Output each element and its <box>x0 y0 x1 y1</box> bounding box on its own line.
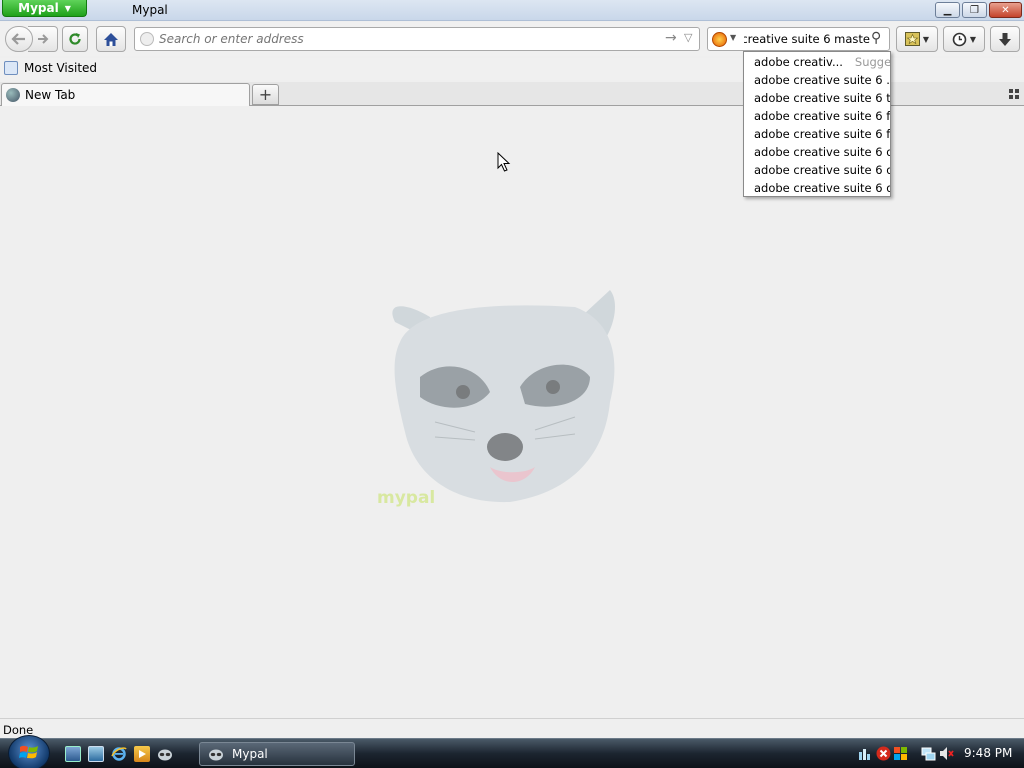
switch-windows-icon[interactable] <box>88 746 104 762</box>
search-suggestion-item[interactable]: adobe creative suite 6 f... <box>744 125 890 143</box>
windows-update-icon[interactable] <box>893 746 908 761</box>
download-arrow-icon <box>999 32 1011 46</box>
home-button[interactable] <box>96 26 126 52</box>
tab-new-tab[interactable]: New Tab <box>1 83 250 106</box>
search-suggestion-item[interactable]: adobe creative suite 6 tr... <box>744 89 890 107</box>
clock-history-icon <box>952 32 967 46</box>
chevron-down-icon: ▼ <box>969 34 977 44</box>
forward-arrow-icon <box>37 34 48 44</box>
page-content[interactable]: mypal <box>0 107 1024 718</box>
back-button[interactable] <box>5 26 33 52</box>
mypal-raccoon-icon <box>209 749 223 761</box>
tab-groups-icon[interactable] <box>1009 89 1019 99</box>
network-icon[interactable] <box>921 746 936 761</box>
search-suggestion-item[interactable]: adobe creative suite 6 ... <box>744 71 890 89</box>
bookmark-most-visited[interactable]: Most Visited <box>4 61 97 75</box>
media-player-icon[interactable] <box>134 746 150 762</box>
mouse-cursor-icon <box>497 152 511 172</box>
security-alert-icon[interactable] <box>876 746 891 761</box>
tray-app-icon[interactable] <box>858 746 873 761</box>
url-dropdown-icon[interactable]: ▽ <box>684 31 692 44</box>
history-button[interactable]: ▼ <box>943 26 985 52</box>
minimize-icon: ▁ <box>943 4 952 16</box>
chevron-down-icon[interactable]: ▼ <box>730 33 736 42</box>
magnifier-icon[interactable]: ⚲ <box>871 30 881 46</box>
status-bar: Done <box>0 718 1024 738</box>
star-bookmark-icon <box>904 32 920 46</box>
search-input[interactable]: e creative suite 6 maste <box>744 32 870 48</box>
search-suggestion-item[interactable]: adobe creative suite 6 d... <box>744 179 890 197</box>
chevron-down-icon: ▼ <box>64 3 71 13</box>
most-visited-label: Most Visited <box>24 61 98 75</box>
search-suggestion-item[interactable]: adobe creative suite 6 d... <box>744 143 890 161</box>
home-icon <box>104 32 118 46</box>
close-icon: ✕ <box>1001 4 1010 16</box>
globe-icon <box>6 88 20 102</box>
app-menu-label: Mypal <box>18 1 59 15</box>
downloads-button[interactable] <box>990 26 1020 52</box>
restore-button[interactable]: ❐ <box>962 2 987 18</box>
tab-label: New Tab <box>25 88 76 102</box>
back-arrow-icon <box>11 33 25 45</box>
bookmarks-button[interactable]: ▼ <box>896 26 938 52</box>
logo-wordmark: mypal <box>377 488 435 507</box>
taskbar: Mypal 9:48 PM <box>0 735 1024 768</box>
go-arrow-icon[interactable]: → <box>665 30 677 46</box>
start-button[interactable] <box>8 735 50 768</box>
search-suggestion-item[interactable]: adobe creative suite 6 d... <box>744 161 890 179</box>
close-button[interactable]: ✕ <box>989 2 1022 18</box>
address-bar[interactable]: → ▽ <box>134 27 700 51</box>
taskbar-item-label: Mypal <box>232 747 268 761</box>
suggestion-hint: Sugge... <box>854 55 890 69</box>
search-engine-icon[interactable] <box>712 32 727 47</box>
chevron-down-icon: ▼ <box>922 34 930 44</box>
volume-muted-icon[interactable] <box>939 746 954 761</box>
plus-icon: + <box>258 85 273 104</box>
new-tab-button[interactable]: + <box>252 84 279 105</box>
internet-explorer-icon[interactable] <box>111 746 127 762</box>
reload-button[interactable] <box>62 26 88 52</box>
reload-icon <box>69 33 81 45</box>
site-identity-icon[interactable] <box>140 32 154 46</box>
address-input[interactable] <box>159 30 639 48</box>
search-bar[interactable]: ▼ e creative suite 6 maste ⚲ <box>707 27 890 51</box>
system-tray: 9:48 PM <box>852 742 1024 766</box>
title-bar: Mypal ▼ Mypal ▁ ❐ ✕ <box>0 0 1024 21</box>
restore-icon: ❐ <box>970 4 979 16</box>
windows-logo-icon <box>19 745 38 759</box>
window-title: Mypal <box>132 3 168 17</box>
show-desktop-icon[interactable] <box>65 746 81 762</box>
taskbar-clock[interactable]: 9:48 PM <box>964 746 1012 760</box>
mypal-raccoon-logo: mypal <box>377 290 615 507</box>
search-suggestion-item[interactable]: adobe creative suite 6 fr... <box>744 107 890 125</box>
taskbar-item-mypal[interactable]: Mypal <box>199 742 355 766</box>
app-menu-button[interactable]: Mypal ▼ <box>2 0 87 17</box>
search-suggestions-popup: adobe creativ... Sugge... adobe creative… <box>743 51 891 197</box>
mypal-quicklaunch-icon[interactable] <box>157 746 173 762</box>
search-suggestion-item[interactable]: adobe creativ... Sugge... <box>744 53 890 71</box>
minimize-button[interactable]: ▁ <box>935 2 960 18</box>
bookmark-folder-icon <box>4 61 18 75</box>
